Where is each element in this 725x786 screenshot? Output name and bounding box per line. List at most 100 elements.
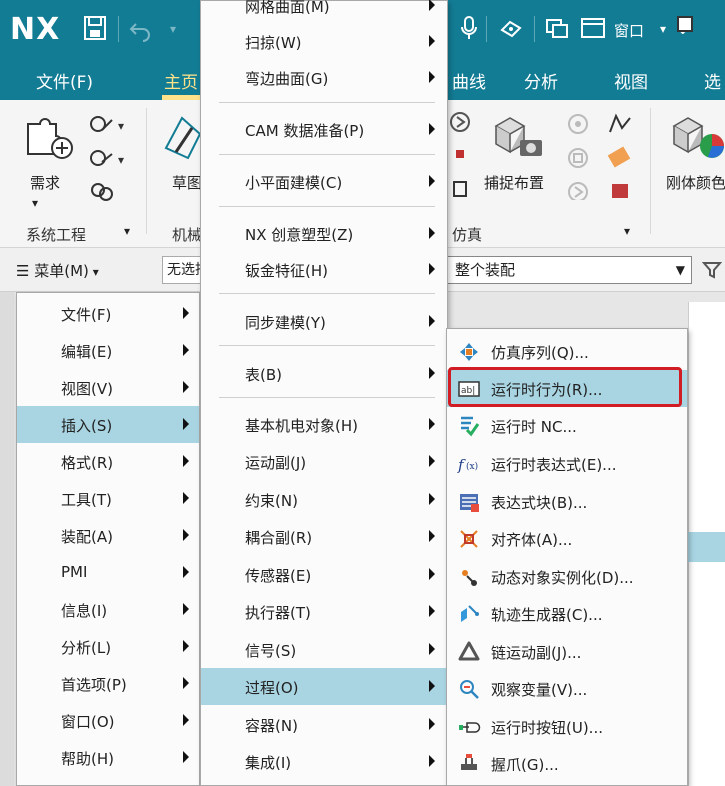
- undo-icon[interactable]: [128, 14, 154, 44]
- ribbon-separator: [146, 108, 147, 234]
- simulation-controls-icons[interactable]: [566, 110, 636, 204]
- menu-item-window[interactable]: 窗口(O): [17, 702, 199, 739]
- menu-button[interactable]: ☰ 菜单(M) ▾: [16, 260, 99, 281]
- tab-analysis[interactable]: 分析: [524, 68, 558, 93]
- tab-home[interactable]: 主页: [164, 68, 198, 93]
- menu-item-expression-block[interactable]: 表达式块(B)...: [447, 483, 687, 520]
- menu-item-synchronous-modeling[interactable]: 同步建模(Y): [201, 303, 447, 340]
- svg-text:▾: ▾: [118, 119, 124, 133]
- sketch-icon[interactable]: [162, 114, 202, 166]
- microphone-icon[interactable]: [456, 14, 482, 44]
- menu-item-chain-joint[interactable]: 链运动副(J)...: [447, 633, 687, 670]
- menu-item-trajectory-generator[interactable]: 轨迹生成器(C)...: [447, 595, 687, 632]
- menu-item-insert[interactable]: 插入(S): [17, 406, 199, 443]
- watch-variable-icon: [457, 677, 481, 701]
- submenu-arrow-icon: [183, 418, 189, 430]
- menu-item-view[interactable]: 视图(V): [17, 369, 199, 406]
- undo-dropdown-icon[interactable]: ▾: [160, 14, 186, 44]
- submenu-arrow-icon: [183, 307, 189, 319]
- play-icon[interactable]: [448, 110, 472, 204]
- traceability-icon[interactable]: ▾ ▾: [86, 110, 134, 206]
- tab-curve[interactable]: 曲线: [452, 68, 486, 93]
- menu-item-edit[interactable]: 编辑(E): [17, 332, 199, 369]
- menu-item-nx-realize-shape[interactable]: NX 创意塑型(Z): [201, 215, 447, 252]
- menu-item-format[interactable]: 格式(R): [17, 443, 199, 480]
- menu-item-sweep[interactable]: 扫掠(W): [201, 23, 447, 60]
- group-dropdown-icon[interactable]: ▾: [624, 224, 630, 238]
- annotation-highlight-box: [448, 367, 682, 407]
- submenu-arrow-icon: [429, 175, 435, 187]
- menu-item-table[interactable]: 表(B): [201, 355, 447, 392]
- switch-window-icon[interactable]: [544, 14, 570, 44]
- submenu-arrow-icon: [429, 35, 435, 47]
- capture-layout-icon[interactable]: [488, 112, 548, 166]
- runtime-expression-icon: f (x): [457, 452, 481, 476]
- align-body-icon: [457, 527, 481, 551]
- menu-item-runtime-button[interactable]: 运行时按钮(U)...: [447, 708, 687, 745]
- menu-item-simulation-sequence[interactable]: 仿真序列(Q)...: [447, 333, 687, 370]
- menu-item-signal[interactable]: 信号(S): [201, 631, 447, 668]
- menu-item-analysis[interactable]: 分析(L): [17, 628, 199, 665]
- maximize-icon[interactable]: [677, 16, 693, 32]
- menu-item-gripper[interactable]: 握爪(G)...: [447, 745, 687, 782]
- menu-item-tools[interactable]: 工具(T): [17, 480, 199, 517]
- group-dropdown-icon[interactable]: ▾: [124, 224, 130, 238]
- rigid-color-icon[interactable]: [668, 112, 725, 166]
- menu-item-process[interactable]: 过程(O): [201, 668, 447, 705]
- menu-item-basic-mechatronics[interactable]: 基本机电对象(H): [201, 406, 447, 443]
- menu-item-watch-variable[interactable]: 观察变量(V)...: [447, 670, 687, 707]
- menu-item-cam-data-prep[interactable]: CAM 数据准备(P): [201, 111, 447, 148]
- submenu-arrow-icon: [183, 344, 189, 356]
- svg-text:f: f: [457, 456, 466, 474]
- chevron-down-icon: ▾: [88, 265, 99, 279]
- menu-item-joint[interactable]: 运动副(J): [201, 443, 447, 480]
- tab-view[interactable]: 视图: [614, 68, 648, 93]
- filter-icon[interactable]: [701, 260, 723, 285]
- menu-item-information[interactable]: 信息(I): [17, 591, 199, 628]
- menu-item-integration[interactable]: 集成(I): [201, 743, 447, 780]
- menu-item-align-body[interactable]: 对齐体(A)...: [447, 520, 687, 557]
- menu-item-sheet-metal[interactable]: 钣金特征(H): [201, 251, 447, 288]
- touch-mode-icon[interactable]: [498, 14, 524, 44]
- menu-separator: [219, 293, 435, 294]
- menu-item-dynamic-object[interactable]: 动态对象实例化(D)...: [447, 558, 687, 595]
- requirements-dropdown-icon[interactable]: ▾: [32, 196, 38, 210]
- submenu-arrow-icon: [183, 751, 189, 763]
- menu-item-runtime-expression[interactable]: f (x) 运行时表达式(E)...: [447, 445, 687, 482]
- menu-separator: [219, 206, 435, 207]
- menu-item-actuator[interactable]: 执行器(T): [201, 593, 447, 630]
- window-icon[interactable]: [580, 14, 606, 44]
- menu-item-assembly[interactable]: 装配(A): [17, 517, 199, 554]
- requirements-button[interactable]: 需求: [30, 172, 60, 193]
- menu-item-sensor[interactable]: 传感器(E): [201, 556, 447, 593]
- menu-item-file[interactable]: 文件(F): [17, 295, 199, 332]
- selection-filter-combo[interactable]: 无选择过滤器: [162, 256, 202, 284]
- menu-item-runtime-nc[interactable]: 运行时 NC...: [447, 407, 687, 444]
- tab-file[interactable]: 文件(F): [36, 68, 93, 93]
- requirements-icon[interactable]: [22, 114, 78, 166]
- menu-item-constraint[interactable]: 约束(N): [201, 481, 447, 518]
- selection-scope-value: 整个装配: [455, 261, 516, 279]
- submenu-arrow-icon: [429, 123, 435, 135]
- submenu-arrow-icon: [429, 367, 435, 379]
- submenu-arrow-icon: [429, 680, 435, 692]
- menu-item-help[interactable]: 帮助(H): [17, 739, 199, 776]
- menu-item-facet-modeling[interactable]: 小平面建模(C): [201, 163, 447, 200]
- menu-item-mesh-surface[interactable]: 网格曲面(M): [201, 0, 447, 24]
- submenu-arrow-icon: [183, 603, 189, 615]
- window-menu-label[interactable]: 窗口: [614, 20, 644, 41]
- selection-scope-combo[interactable]: 整个装配 ▼: [446, 256, 692, 284]
- menu-item-pmi[interactable]: PMI: [17, 554, 199, 591]
- menu-item-flange-surface[interactable]: 弯边曲面(G): [201, 59, 447, 96]
- rigid-color-button[interactable]: 刚体颜色: [666, 172, 725, 193]
- capture-layout-button[interactable]: 捕捉布置: [484, 172, 544, 193]
- menu-item-coupler[interactable]: 耦合副(R): [201, 518, 447, 555]
- submenu-arrow-icon: [183, 677, 189, 689]
- save-icon[interactable]: [82, 14, 108, 44]
- menu-item-container[interactable]: 容器(N): [201, 706, 447, 743]
- sketch-button[interactable]: 草图: [172, 172, 200, 193]
- dynamic-object-icon: [457, 565, 481, 589]
- toolbar-separator: [534, 16, 535, 42]
- menu-item-preferences[interactable]: 首选项(P): [17, 665, 199, 702]
- tab-select[interactable]: 选: [704, 68, 721, 93]
